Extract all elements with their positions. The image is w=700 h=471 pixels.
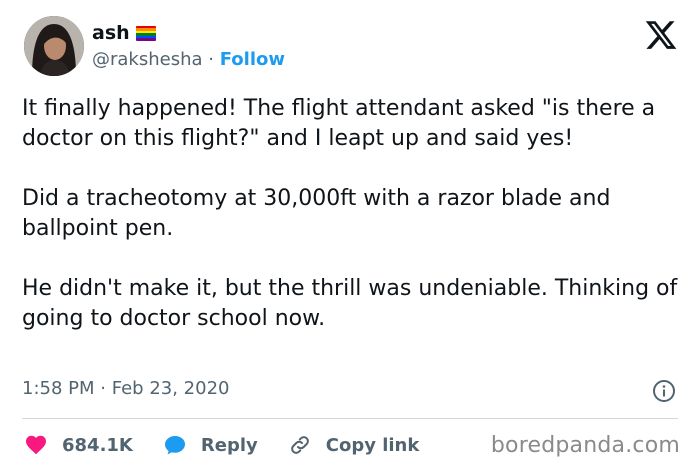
- divider: [22, 418, 678, 419]
- user-handle[interactable]: @rakshesha: [92, 49, 203, 70]
- tweet-header: ash @rakshesha · Follow: [24, 16, 680, 78]
- tweet-paragraph: It finally happened! The flight attendan…: [22, 96, 656, 151]
- tweet-timestamp[interactable]: 1:58 PM · Feb 23, 2020: [22, 378, 229, 399]
- reply-button[interactable]: Reply: [163, 433, 258, 457]
- copy-link-label: Copy link: [325, 434, 420, 456]
- tweet-time: 1:58 PM: [22, 378, 95, 399]
- user-identity: ash @rakshesha · Follow: [92, 20, 285, 70]
- x-logo-icon[interactable]: [644, 18, 678, 52]
- tweet-paragraph: He didn't make it, but the thrill was un…: [22, 276, 678, 331]
- follow-button[interactable]: Follow: [220, 49, 285, 70]
- reply-label: Reply: [200, 434, 258, 456]
- like-count: 684.1K: [62, 434, 133, 456]
- tweet-paragraph: Did a tracheotomy at 30,000ft with a raz…: [22, 186, 611, 241]
- avatar[interactable]: [24, 16, 84, 76]
- speech-bubble-icon: [164, 436, 185, 455]
- display-name[interactable]: ash: [92, 22, 130, 44]
- tweet-date: Feb 23, 2020: [111, 378, 230, 399]
- like-button[interactable]: 684.1K: [24, 433, 133, 457]
- tweet-text: It finally happened! The flight attendan…: [22, 94, 682, 334]
- copy-link-button[interactable]: Copy link: [288, 433, 420, 457]
- info-icon[interactable]: [652, 379, 676, 403]
- meta-separator: ·: [100, 378, 106, 399]
- pride-flag-icon: [135, 25, 156, 41]
- link-icon: [290, 436, 309, 454]
- watermark: boredpanda.com: [490, 433, 680, 458]
- handle-separator: ·: [208, 49, 214, 70]
- heart-icon: [26, 435, 46, 455]
